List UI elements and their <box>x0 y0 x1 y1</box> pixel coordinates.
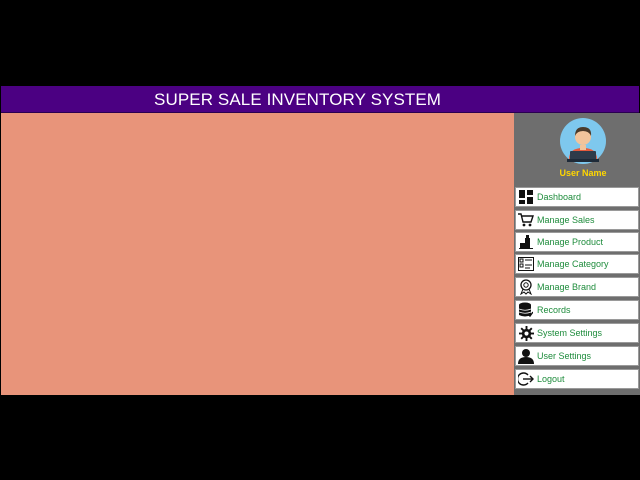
database-icon <box>518 302 534 318</box>
sidebar-item-manage-category[interactable]: Manage Category <box>515 254 639 274</box>
sidebar-item-label: Manage Brand <box>537 282 597 292</box>
sidebar-item-label: Logout <box>537 374 565 384</box>
user-name-label: User Name <box>559 168 607 178</box>
sidebar: User Name Dashboard Manage Sales Manage … <box>514 113 640 395</box>
sidebar-item-manage-product[interactable]: Manage Product <box>515 232 639 252</box>
dashboard-icon <box>518 189 534 205</box>
sidebar-item-records[interactable]: Records <box>515 300 639 320</box>
main-content-area <box>1 113 514 395</box>
user-icon <box>518 348 534 364</box>
title-bar: SUPER SALE INVENTORY SYSTEM <box>1 86 639 113</box>
sidebar-item-label: Manage Sales <box>537 215 595 225</box>
sidebar-item-label: User Settings <box>537 351 592 361</box>
app-title: SUPER SALE INVENTORY SYSTEM <box>154 90 442 109</box>
user-avatar-icon <box>560 118 606 164</box>
gear-icon <box>518 325 534 341</box>
cart-icon <box>518 212 534 228</box>
user-profile: User Name <box>514 113 640 185</box>
category-icon <box>518 256 534 272</box>
brand-icon <box>518 279 534 295</box>
sidebar-item-user-settings[interactable]: User Settings <box>515 346 639 366</box>
app-window: SUPER SALE INVENTORY SYSTEM User Name Da… <box>0 86 640 395</box>
sidebar-item-label: Manage Category <box>537 259 609 269</box>
sidebar-item-label: Dashboard <box>537 192 582 202</box>
logout-icon <box>518 371 534 387</box>
sidebar-item-label: Manage Product <box>537 237 604 247</box>
sidebar-item-label: System Settings <box>537 328 603 338</box>
sidebar-item-dashboard[interactable]: Dashboard <box>515 187 639 207</box>
sidebar-item-system-settings[interactable]: System Settings <box>515 323 639 343</box>
sidebar-item-manage-brand[interactable]: Manage Brand <box>515 277 639 297</box>
sidebar-item-logout[interactable]: Logout <box>515 369 639 389</box>
sidebar-item-manage-sales[interactable]: Manage Sales <box>515 210 639 230</box>
product-icon <box>518 234 534 250</box>
sidebar-item-label: Records <box>537 305 571 315</box>
